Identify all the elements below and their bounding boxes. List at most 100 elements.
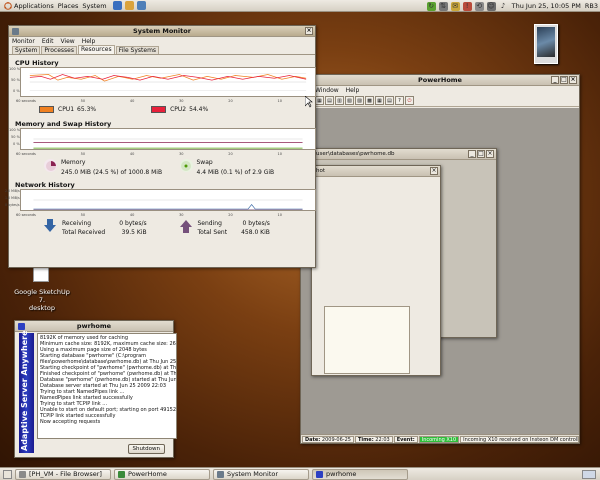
tab-processes[interactable]: Processes <box>41 46 77 54</box>
asa-banner: Adaptive Server Anywhere <box>19 330 34 453</box>
cpu2-color-swatch[interactable] <box>151 106 167 113</box>
cpu1-color-swatch[interactable] <box>39 106 54 113</box>
sketchup-icon-label-line2: desktop <box>29 304 55 312</box>
taskbar-item-system-monitor[interactable]: System Monitor <box>213 468 309 480</box>
volume-icon[interactable]: ♪ <box>499 2 508 11</box>
hot-close-button[interactable]: × <box>430 167 438 175</box>
system-monitor-tabs: System Processes Resources File Systems <box>9 45 315 55</box>
applications-menu[interactable]: Applications <box>4 1 54 10</box>
user-indicator[interactable]: RB3 <box>585 2 598 10</box>
close-button[interactable]: × <box>569 76 577 84</box>
help-launcher-icon[interactable] <box>136 1 146 10</box>
database-child-title: user\databases\pwrhome.db <box>316 151 395 157</box>
cpu-y-ticks: 100 % 50 % 0 % <box>9 67 20 94</box>
cpu-x-tick: 60 seconds <box>16 99 36 103</box>
memory-y-tick: 50 % <box>11 135 20 139</box>
tab-resources[interactable]: Resources <box>77 45 115 54</box>
server-log[interactable]: 8192K of memory used for caching Minimum… <box>37 333 177 439</box>
minimize-button[interactable]: _ <box>551 76 559 84</box>
cpu-history-graph <box>20 67 316 97</box>
close-button[interactable]: × <box>305 27 313 35</box>
users-icon[interactable]: ☺ <box>486 1 496 11</box>
memory-y-tick: 0 % <box>13 142 20 146</box>
places-menu[interactable]: Places <box>58 2 79 10</box>
swap-pie-icon[interactable] <box>179 159 193 172</box>
system-tray: ↻ ⇅ ✉ ! ⟲ ☺ ♪ Thu Jun 25, 10:05 PM RB3 <box>424 0 598 12</box>
help-icon[interactable]: ? <box>395 96 404 105</box>
cpu-graph-wrap: 100 % 50 % 0 % 60 seconds 50 40 30 20 10 <box>9 67 316 103</box>
powerhome-titlebar[interactable]: PowerHome _ □ × <box>301 75 579 86</box>
show-desktop-icon[interactable] <box>3 469 12 479</box>
taskbar-item-file-browser[interactable]: [PH_VM - File Browser] <box>15 468 111 480</box>
pwrhome-titlebar[interactable]: pwrhome <box>15 321 173 332</box>
cpu-x-tick: 10 <box>277 99 282 103</box>
taskbar-item-pwrhome[interactable]: pwrhome <box>312 468 408 480</box>
receiving-arrow-icon[interactable] <box>44 219 56 233</box>
desktop-image-icon[interactable] <box>534 24 558 64</box>
firefox-launcher-icon[interactable] <box>112 1 122 10</box>
cpu-legend: CPU1 65.3% CPU2 54.4% <box>39 106 315 113</box>
total-received-value: 39.5 KiB <box>121 229 147 236</box>
cpu2-label: CPU2 <box>170 106 187 113</box>
system-monitor-task-icon <box>217 470 224 478</box>
sending-block: Sending Total Sent 0 bytes/s 458.0 KiB <box>179 219 316 237</box>
update-icon[interactable]: ↻ <box>426 1 436 11</box>
menu-edit[interactable]: Edit <box>42 38 54 45</box>
system-monitor-title: System Monitor <box>133 27 191 35</box>
shutdown-button[interactable]: Shutdown <box>127 444 165 454</box>
tab-file-systems[interactable]: File Systems <box>115 46 160 54</box>
memory-value: 245.0 MiB (24.5 %) of 1000.8 MiB <box>61 169 163 176</box>
toolbar-button-8[interactable]: ▤ <box>385 96 394 105</box>
hot-child-titlebar[interactable]: hot × <box>312 166 440 177</box>
child-minimize-button[interactable]: _ <box>468 150 476 158</box>
toolbar-button-6[interactable]: ▩ <box>365 96 374 105</box>
cpu-x-tick: 40 <box>129 99 135 103</box>
system-monitor-titlebar[interactable]: System Monitor × <box>9 26 315 37</box>
system-monitor-window: System Monitor × Monitor Edit View Help … <box>5 25 316 268</box>
memory-history-graph <box>20 128 316 150</box>
menu-help[interactable]: Help <box>82 38 96 45</box>
cpu-x-tick: 50 <box>80 99 86 103</box>
system-menu[interactable]: System <box>82 2 106 10</box>
powerhome-title: PowerHome <box>418 76 462 84</box>
cpu1-label: CPU1 <box>58 106 75 113</box>
network-icon[interactable]: ⇅ <box>438 1 448 11</box>
maximize-button[interactable]: □ <box>560 76 568 84</box>
toolbar-button-2[interactable]: ▤ <box>325 96 334 105</box>
powerhome-task-icon <box>118 470 125 478</box>
child-close-button[interactable]: × <box>486 150 494 158</box>
menu-window[interactable]: Window <box>315 87 339 94</box>
toolbar-button-5[interactable]: ▨ <box>355 96 364 105</box>
powerhome-toolbar: ▦ ▤ ▥ ▧ ▨ ▩ ▦ ▤ ? ⏻ <box>301 95 579 107</box>
sending-label: Sending <box>197 220 222 227</box>
tab-system[interactable]: System <box>12 46 41 54</box>
toolbar-button-3[interactable]: ▥ <box>335 96 344 105</box>
sending-arrow-icon[interactable] <box>179 219 192 233</box>
hot-child-window: hot × <box>311 165 441 376</box>
memory-x-tick: 10 <box>277 152 282 156</box>
network-x-tick: 30 <box>179 213 184 217</box>
child-maximize-button[interactable]: □ <box>477 150 485 158</box>
mail-launcher-icon[interactable] <box>124 1 134 10</box>
clock[interactable]: Thu Jun 25, 10:05 PM <box>512 2 581 10</box>
toolbar-button-1[interactable]: ▦ <box>315 96 324 105</box>
toolbar-button-7[interactable]: ▦ <box>375 96 384 105</box>
cpu-x-tick: 20 <box>228 99 233 103</box>
menu-monitor[interactable]: Monitor <box>12 38 35 45</box>
notification-icon[interactable]: ✉ <box>450 1 460 11</box>
menu-view[interactable]: View <box>60 38 74 45</box>
total-sent-label: Total Sent <box>197 229 228 236</box>
memory-pie-icon[interactable] <box>44 159 57 172</box>
menu-help[interactable]: Help <box>346 87 360 94</box>
workspace-switcher[interactable] <box>582 469 596 479</box>
sync-icon[interactable]: ⟲ <box>474 1 484 11</box>
receiving-value: 0 bytes/s <box>119 220 147 227</box>
system-menu-label: System <box>82 1 107 10</box>
taskbar-item-powerhome[interactable]: PowerHome <box>114 468 210 480</box>
cpu-x-tick: 30 <box>179 99 184 103</box>
alert-icon[interactable]: ! <box>462 1 472 11</box>
exit-icon[interactable]: ⏻ <box>405 96 414 105</box>
toolbar-button-4[interactable]: ▧ <box>345 96 354 105</box>
file-browser-icon <box>19 470 26 478</box>
database-child-titlebar[interactable]: user\databases\pwrhome.db _ □ × <box>312 149 496 160</box>
